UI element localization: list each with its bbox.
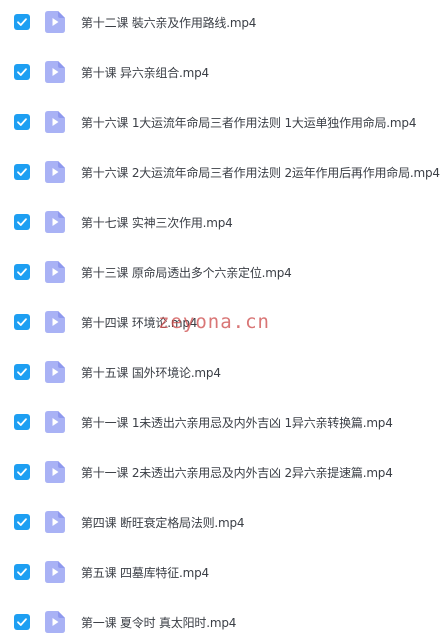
file-name[interactable]: 第四课 断旺衰定格局法则.mp4 [81, 514, 245, 531]
file-name[interactable]: 第十课 异六亲组合.mp4 [81, 64, 209, 81]
file-name[interactable]: 第十六课 2大运流年命局三者作用法则 2运年作用后再作用命局.mp4 [81, 164, 440, 181]
video-file-icon [45, 561, 65, 583]
file-name[interactable]: 第五课 四墓库特征.mp4 [81, 564, 209, 581]
file-checkbox[interactable] [14, 264, 30, 280]
video-file-icon [45, 211, 65, 233]
file-row[interactable]: 第十二课 裝六亲及作用路线.mp4 [0, 4, 444, 40]
video-file-icon [45, 511, 65, 533]
checkmark-icon [17, 168, 27, 176]
file-row[interactable]: 第十三课 原命局透出多个六亲定位.mp4 [0, 254, 444, 290]
file-checkbox[interactable] [14, 14, 30, 30]
file-row[interactable]: 第十七课 实神三次作用.mp4 [0, 204, 444, 240]
checkmark-icon [17, 518, 27, 526]
file-row[interactable]: 第十六课 2大运流年命局三者作用法则 2运年作用后再作用命局.mp4 [0, 154, 444, 190]
video-file-icon [45, 411, 65, 433]
file-row[interactable]: 第十课 异六亲组合.mp4 [0, 54, 444, 90]
file-checkbox[interactable] [14, 564, 30, 580]
file-name[interactable]: 第十一课 2未透出六亲用忌及内外吉凶 2异六亲提速篇.mp4 [81, 464, 393, 481]
video-file-icon [45, 611, 65, 633]
file-name[interactable]: 第十三课 原命局透出多个六亲定位.mp4 [81, 264, 292, 281]
checkmark-icon [17, 568, 27, 576]
file-row[interactable]: 第一课 夏令时 真太阳时.mp4 [0, 604, 444, 640]
file-row[interactable]: 第五课 四墓库特征.mp4 [0, 554, 444, 590]
file-checkbox[interactable] [14, 164, 30, 180]
file-name[interactable]: 第十二课 裝六亲及作用路线.mp4 [81, 14, 256, 31]
checkmark-icon [17, 318, 27, 326]
file-checkbox[interactable] [14, 364, 30, 380]
video-file-icon [45, 61, 65, 83]
checkmark-icon [17, 118, 27, 126]
file-name[interactable]: 第十一课 1未透出六亲用忌及内外吉凶 1异六亲转换篇.mp4 [81, 414, 393, 431]
checkmark-icon [17, 18, 27, 26]
file-row[interactable]: 第四课 断旺衰定格局法则.mp4 [0, 504, 444, 540]
file-name[interactable]: 第十七课 实神三次作用.mp4 [81, 214, 233, 231]
video-file-icon [45, 111, 65, 133]
file-checkbox[interactable] [14, 314, 30, 330]
video-file-icon [45, 11, 65, 33]
checkmark-icon [17, 418, 27, 426]
file-name[interactable]: 第一课 夏令时 真太阳时.mp4 [81, 614, 236, 631]
file-row[interactable]: 第十四课 环境论.mp4 [0, 304, 444, 340]
video-file-icon [45, 261, 65, 283]
checkmark-icon [17, 68, 27, 76]
file-name[interactable]: 第十四课 环境论.mp4 [81, 314, 197, 331]
file-checkbox[interactable] [14, 614, 30, 630]
checkmark-icon [17, 618, 27, 626]
file-row[interactable]: 第十五课 国外环境论.mp4 [0, 354, 444, 390]
file-row[interactable]: 第十一课 1未透出六亲用忌及内外吉凶 1异六亲转换篇.mp4 [0, 404, 444, 440]
video-file-icon [45, 311, 65, 333]
file-row[interactable]: 第十六课 1大运流年命局三者作用法则 1大运单独作用命局.mp4 [0, 104, 444, 140]
video-file-icon [45, 461, 65, 483]
video-file-icon [45, 361, 65, 383]
file-checkbox[interactable] [14, 64, 30, 80]
checkmark-icon [17, 218, 27, 226]
file-checkbox[interactable] [14, 514, 30, 530]
checkmark-icon [17, 368, 27, 376]
file-checkbox[interactable] [14, 214, 30, 230]
file-name[interactable]: 第十六课 1大运流年命局三者作用法则 1大运单独作用命局.mp4 [81, 114, 416, 131]
file-checkbox[interactable] [14, 464, 30, 480]
file-name[interactable]: 第十五课 国外环境论.mp4 [81, 364, 221, 381]
checkmark-icon [17, 468, 27, 476]
video-file-icon [45, 161, 65, 183]
file-row[interactable]: 第十一课 2未透出六亲用忌及内外吉凶 2异六亲提速篇.mp4 [0, 454, 444, 490]
checkmark-icon [17, 268, 27, 276]
file-checkbox[interactable] [14, 114, 30, 130]
file-checkbox[interactable] [14, 414, 30, 430]
